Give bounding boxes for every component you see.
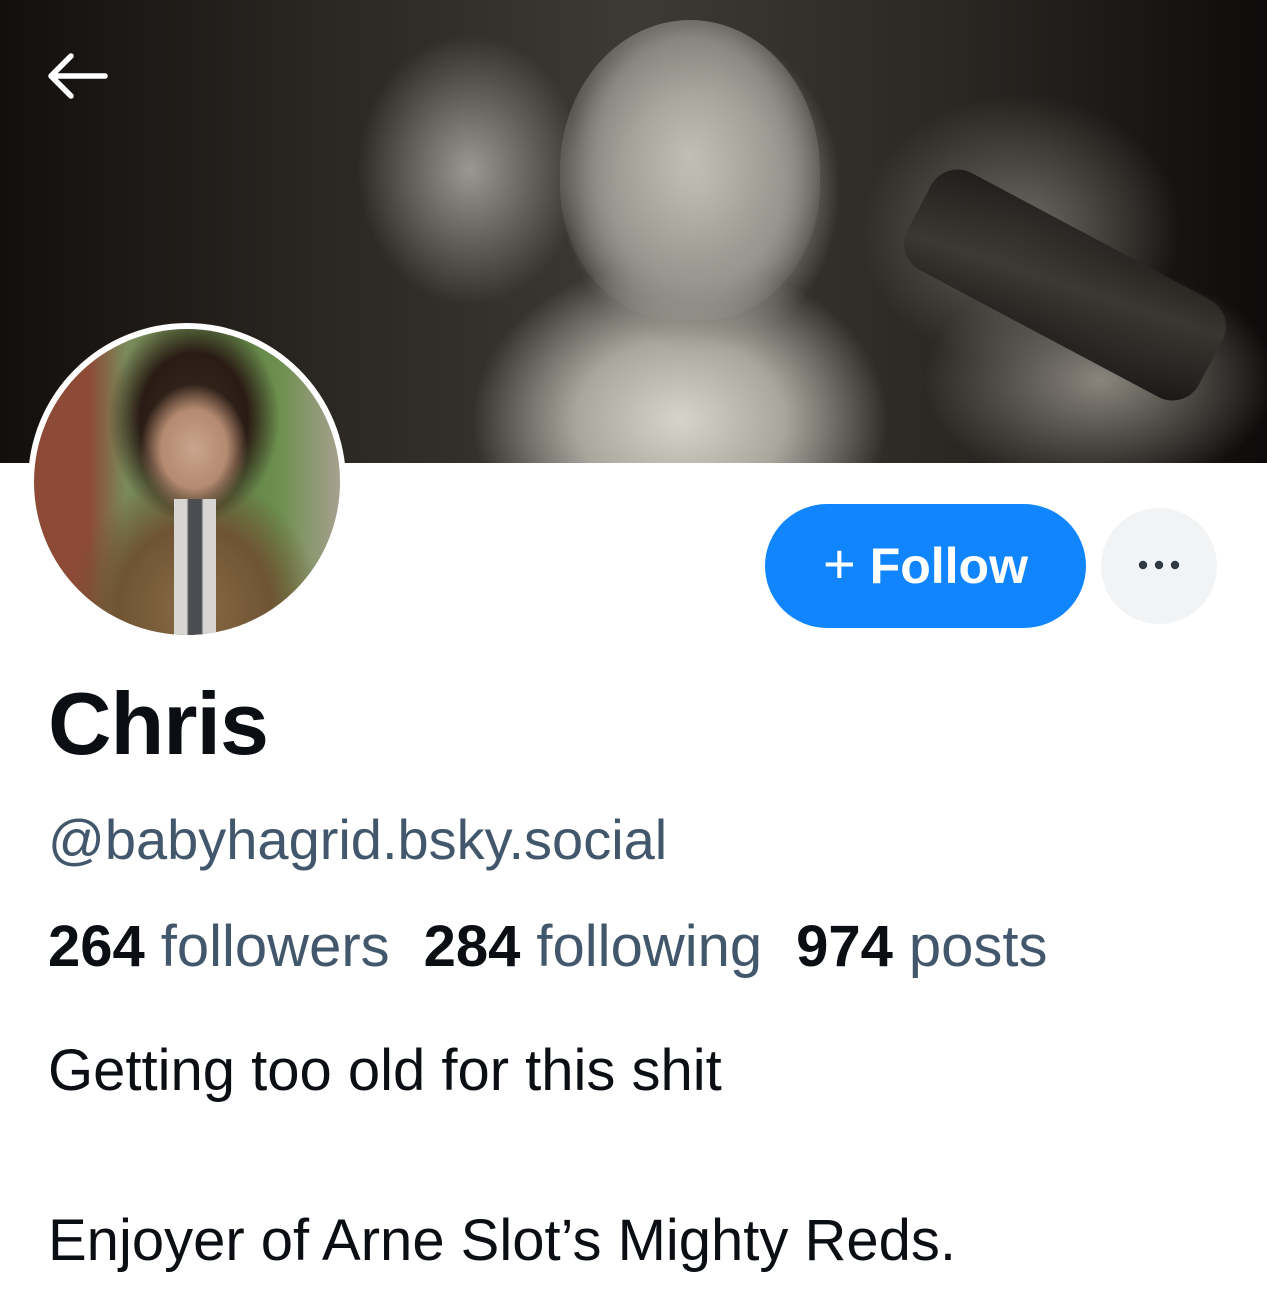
profile-page: + Follow Chris @babyhagrid.bsky.social 2…: [0, 0, 1267, 1313]
follow-button[interactable]: + Follow: [765, 504, 1086, 628]
following-stat[interactable]: 284 following: [424, 912, 762, 982]
profile-handle[interactable]: @babyhagrid.bsky.social: [48, 806, 667, 873]
ellipsis-icon: [1137, 559, 1181, 574]
followers-count: 264: [48, 914, 145, 979]
follow-label: Follow: [869, 538, 1028, 594]
followers-label: followers: [160, 914, 390, 979]
bio-line-2: Enjoyer of Arne Slot’s Mighty Reds.: [48, 1208, 957, 1273]
profile-stats: 264 followers 284 following 974 posts: [48, 912, 1048, 982]
posts-label: posts: [908, 914, 1048, 979]
posts-stat: 974 posts: [796, 912, 1047, 982]
following-label: following: [536, 914, 763, 979]
plus-icon: +: [822, 532, 856, 595]
display-name: Chris: [48, 674, 269, 773]
banner-figure: [560, 20, 820, 320]
followers-stat[interactable]: 264 followers: [48, 912, 390, 982]
following-count: 284: [423, 914, 521, 979]
avatar[interactable]: [28, 323, 346, 641]
posts-count: 974: [796, 914, 893, 979]
avatar-shirt-tie: [174, 499, 216, 635]
bio-line-1: Getting too old for this shit: [48, 1038, 722, 1103]
back-button[interactable]: [38, 38, 114, 114]
avatar-image: [34, 329, 340, 635]
banner-object: [893, 158, 1237, 412]
more-options-button[interactable]: [1101, 508, 1217, 624]
arrow-left-icon: [43, 52, 109, 100]
